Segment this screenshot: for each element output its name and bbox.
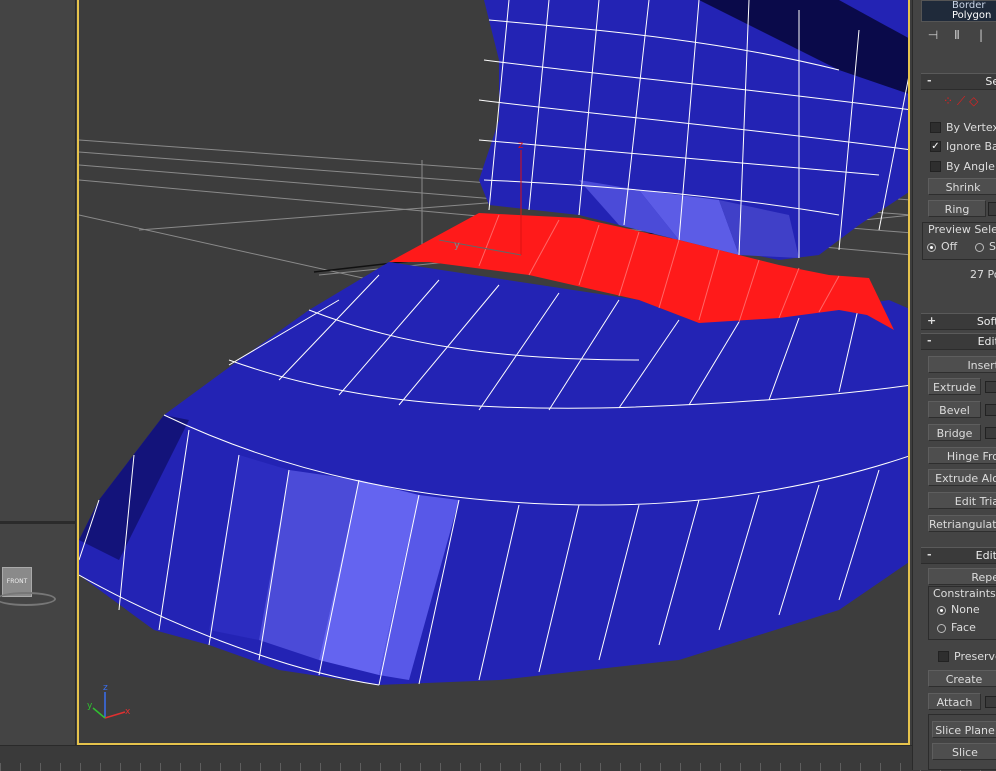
preview-subobj-label: Sı — [989, 240, 996, 253]
edit-triangulation-button[interactable]: Edit Tria — [928, 492, 996, 509]
constraints-group: Constraints None Face — [928, 586, 996, 640]
ring-spinner-icon[interactable] — [988, 202, 996, 216]
attach-button[interactable]: Attach — [928, 693, 981, 710]
bevel-settings-icon[interactable] — [985, 404, 996, 416]
rollout-edit-polygons[interactable]: - Edit P — [921, 333, 996, 350]
gizmo-z-label: z — [518, 140, 523, 151]
preview-off-radio[interactable] — [927, 243, 936, 252]
extrude-along-spline-button[interactable]: Extrude Alo — [928, 469, 996, 486]
viewport-divider[interactable] — [0, 521, 75, 524]
pin-stack-icon[interactable]: ⊣ — [921, 24, 945, 46]
extrude-settings-icon[interactable] — [985, 381, 996, 393]
preview-selection-group: Preview Selec Off Sı — [922, 222, 996, 260]
rollout-edit-polygons-title: Edit P — [977, 335, 996, 348]
left-viewport-strip: FRONT — [0, 0, 76, 770]
extrude-button[interactable]: Extrude — [928, 378, 981, 395]
axis-tripod-icon: z x y — [87, 683, 131, 719]
slice-plane-button[interactable]: Slice Plane — [932, 721, 996, 738]
rollout-edit-geometry[interactable]: - Edit G — [921, 547, 996, 564]
preview-selection-title: Preview Selec — [928, 223, 996, 236]
selected-count-text: 27 Po — [970, 268, 996, 281]
insert-vertex-button[interactable]: Insert — [928, 356, 996, 373]
slice-group: Slice Plane Slice — [928, 714, 996, 770]
viewport-scene: y z z x y — [79, 0, 910, 719]
show-end-result-icon[interactable]: Ⅱ — [945, 24, 969, 46]
command-panel: Border Polygon ⊣ Ⅱ | - Sele ⁘ ⟋ ◇ By Ver… — [912, 0, 996, 770]
by-vertex-checkbox[interactable] — [930, 122, 941, 133]
view-cube-ring-icon[interactable] — [0, 592, 56, 606]
bridge-settings-icon[interactable] — [985, 427, 996, 439]
preserve-uvs-label: Preserve — [954, 650, 996, 663]
rollout-selection[interactable]: - Sele — [921, 73, 996, 90]
hinge-from-edge-button[interactable]: Hinge Fro — [928, 447, 996, 464]
slice-button[interactable]: Slice — [932, 743, 996, 760]
ring-button[interactable]: Ring — [928, 200, 986, 217]
rollout-soft-selection[interactable]: + Soft S — [921, 313, 996, 330]
attach-list-icon[interactable] — [985, 696, 996, 708]
by-angle-label: By Angle: — [946, 160, 996, 173]
by-vertex-label: By Vertex — [946, 121, 996, 134]
constraint-none-label: None — [951, 603, 980, 616]
retriangulate-button[interactable]: Retriangulate — [928, 515, 996, 532]
timeline-track[interactable] — [0, 745, 996, 771]
axis-z-label: z — [103, 683, 108, 693]
preserve-uvs-checkbox[interactable] — [938, 651, 949, 662]
gizmo-y-label: y — [454, 240, 460, 251]
constraints-title: Constraints — [933, 587, 996, 600]
constraint-face-label: Face — [951, 621, 976, 634]
constraint-none-radio[interactable] — [937, 606, 946, 615]
by-angle-checkbox[interactable] — [930, 161, 941, 172]
perspective-viewport[interactable]: y z z x y — [77, 0, 910, 745]
stack-toolbar: ⊣ Ⅱ | — [921, 24, 996, 46]
ignore-backfacing-label: Ignore Bac — [946, 140, 996, 153]
create-button[interactable]: Create — [928, 670, 996, 687]
stack-item-polygon[interactable]: Polygon — [922, 11, 996, 21]
rollout-selection-title: Sele — [985, 75, 996, 88]
rollout-soft-selection-title: Soft S — [976, 315, 996, 328]
bridge-button[interactable]: Bridge — [928, 424, 981, 441]
shrink-button[interactable]: Shrink — [928, 178, 996, 195]
bevel-button[interactable]: Bevel — [928, 401, 981, 418]
make-unique-icon[interactable]: | — [969, 24, 993, 46]
axis-x-label: x — [125, 707, 131, 717]
constraint-face-radio[interactable] — [937, 624, 946, 633]
lower-mesh[interactable] — [79, 262, 910, 686]
modifier-stack[interactable]: Border Polygon — [921, 0, 996, 22]
subobject-vertex-icon[interactable]: ⁘ ⟋ ◇ — [943, 94, 978, 109]
repeat-last-button[interactable]: Repe — [928, 568, 996, 585]
preview-subobj-radio[interactable] — [975, 243, 984, 252]
ignore-backfacing-checkbox[interactable]: ✓ — [930, 141, 941, 152]
axis-y-label: y — [87, 701, 93, 711]
rollout-edit-geometry-title: Edit G — [975, 549, 996, 562]
preview-off-label: Off — [941, 240, 958, 253]
